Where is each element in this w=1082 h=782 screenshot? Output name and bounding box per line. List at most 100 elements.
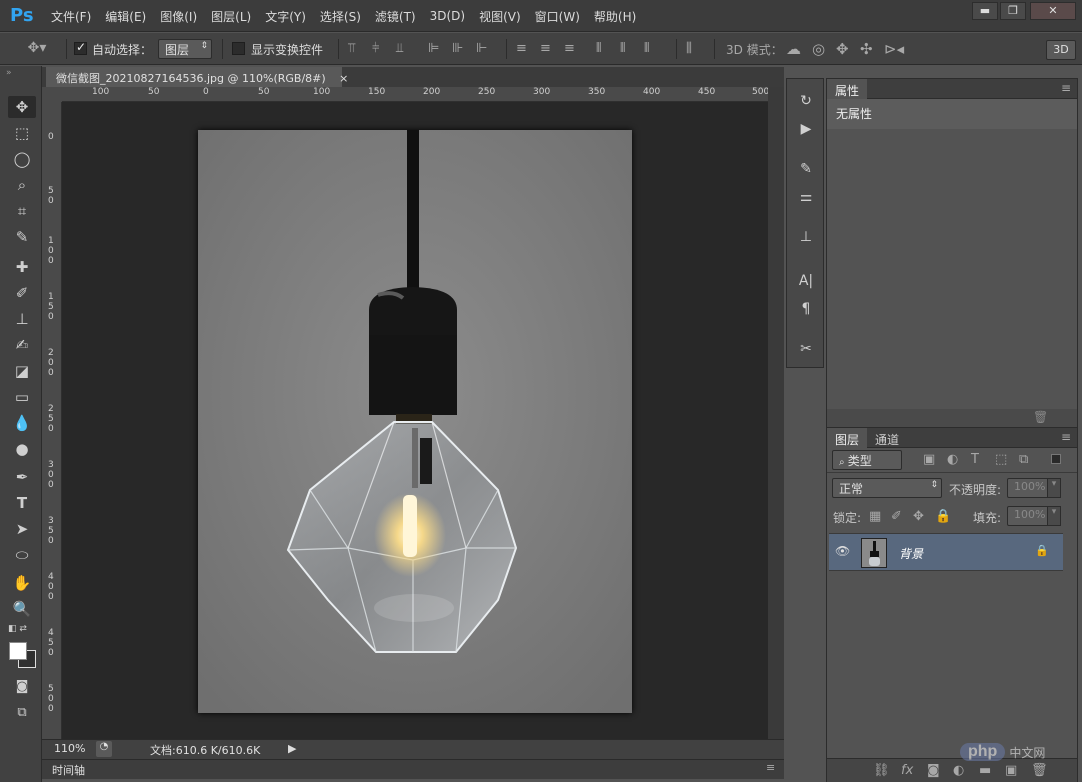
3d-scale-icon[interactable]: ⊳◂ — [884, 40, 904, 58]
trash-icon[interactable]: 🗑 — [1033, 410, 1048, 424]
layer-filter-dropdown[interactable]: ⌕ 类型 — [832, 450, 902, 470]
menu-window[interactable]: 窗口(W) — [528, 8, 587, 25]
auto-align-icon[interactable]: ⫼ — [686, 41, 692, 56]
document-tab[interactable]: 微信截图_20210827164536.jpg @ 110%(RGB/8#) × — [46, 67, 348, 87]
panel-menu-icon[interactable]: ≡ — [766, 761, 775, 774]
type-tool-icon[interactable]: T — [8, 492, 36, 514]
align-left-icon[interactable]: ⊫ — [428, 41, 439, 56]
menu-image[interactable]: 图像(I) — [153, 8, 204, 25]
vertical-scrollbar[interactable] — [768, 87, 784, 739]
menu-3d[interactable]: 3D(D) — [423, 9, 472, 23]
brush-presets-panel-icon[interactable]: ⚌ — [787, 189, 825, 205]
filter-toggle[interactable] — [1051, 454, 1061, 464]
status-info-icon[interactable]: ◔ — [96, 741, 112, 757]
lock-image-icon[interactable]: ✐ — [891, 509, 902, 524]
history-panel-icon[interactable]: ↻ — [787, 93, 825, 109]
lock-all-icon[interactable]: 🔒 — [935, 509, 951, 524]
pen-tool-icon[interactable]: ✒ — [8, 466, 36, 488]
move-tool-icon[interactable]: ✥ — [8, 96, 36, 118]
paragraph-panel-icon[interactable]: ¶ — [787, 301, 825, 317]
timeline-label[interactable]: 时间轴 — [52, 762, 85, 778]
status-menu-arrow-icon[interactable]: ▶ — [288, 742, 296, 755]
path-select-tool-icon[interactable]: ➤ — [8, 518, 36, 540]
3d-slide-icon[interactable]: ✣ — [860, 40, 873, 58]
eyedropper-tool-icon[interactable]: ✎ — [8, 226, 36, 248]
lock-position-icon[interactable]: ✥ — [913, 509, 924, 524]
add-mask-icon[interactable]: ◙ — [927, 763, 940, 778]
menu-help[interactable]: 帮助(H) — [587, 8, 643, 25]
actions-panel-icon[interactable]: ▶ — [787, 121, 825, 137]
tool-presets-panel-icon[interactable]: ✂ — [787, 341, 825, 357]
opacity-input[interactable]: 100% ▾ — [1007, 478, 1061, 498]
menu-view[interactable]: 视图(V) — [472, 8, 528, 25]
dodge-tool-icon[interactable]: ● — [8, 438, 36, 460]
distribute-hcenter-icon[interactable]: ⫴ — [620, 41, 625, 56]
delete-layer-icon[interactable]: 🗑 — [1031, 763, 1048, 778]
auto-select-checkbox[interactable] — [74, 40, 87, 55]
filter-shape-icon[interactable]: ⬚ — [995, 452, 1007, 467]
link-layers-icon[interactable]: ⛓ — [873, 763, 890, 778]
align-vcenter-icon[interactable]: ⫩ — [372, 41, 379, 56]
blur-tool-icon[interactable]: 💧 — [8, 412, 36, 434]
visibility-eye-icon[interactable]: 👁 — [835, 544, 850, 558]
move-tool-preset-icon[interactable]: ✥▾ — [24, 40, 50, 56]
clone-source-panel-icon[interactable]: ⊥ — [787, 229, 825, 245]
menu-file[interactable]: 文件(F) — [44, 8, 98, 25]
close-button[interactable]: ✕ — [1030, 2, 1076, 20]
align-top-icon[interactable]: ⫪ — [348, 41, 355, 56]
restore-button[interactable]: ❐ — [1000, 2, 1026, 20]
quick-select-tool-icon[interactable]: ⌕ — [8, 174, 36, 196]
layer-name[interactable]: 背景 — [899, 545, 923, 562]
layer-row[interactable]: 👁 背景 🔒 — [829, 533, 1063, 571]
filter-type-icon[interactable]: T — [971, 452, 979, 467]
healing-brush-tool-icon[interactable]: ✚ — [8, 256, 36, 278]
crop-tool-icon[interactable]: ⌗ — [8, 200, 36, 222]
menu-type[interactable]: 文字(Y) — [258, 8, 313, 25]
gradient-tool-icon[interactable]: ▭ — [8, 386, 36, 408]
new-layer-icon[interactable]: ▣ — [1005, 763, 1017, 778]
default-colors-icon[interactable]: ◧ ⇄ — [8, 624, 27, 634]
align-bottom-icon[interactable]: ⫫ — [396, 41, 403, 56]
tab-properties[interactable]: 属性 — [827, 79, 868, 99]
marquee-tool-icon[interactable]: ⬚ — [8, 122, 36, 144]
brush-tool-icon[interactable]: ✐ — [8, 282, 36, 304]
panel-menu-icon[interactable]: ≡ — [1061, 81, 1071, 95]
ellipse-tool-icon[interactable]: ⬭ — [8, 544, 36, 566]
3d-pan-icon[interactable]: ✥ — [836, 40, 849, 58]
filter-adjustment-icon[interactable]: ◐ — [947, 452, 958, 467]
layer-style-fx-icon[interactable]: fx — [901, 763, 913, 778]
foreground-color-swatch[interactable] — [9, 642, 27, 660]
filter-smart-object-icon[interactable]: ⧉ — [1019, 452, 1028, 467]
clone-stamp-tool-icon[interactable]: ⊥ — [8, 308, 36, 330]
align-right-icon[interactable]: ⊩ — [476, 41, 487, 56]
zoom-tool-icon[interactable]: 🔍 — [8, 598, 36, 620]
opacity-arrow-icon[interactable]: ▾ — [1047, 478, 1061, 498]
screen-mode-icon[interactable]: ⧉ — [8, 702, 36, 724]
distribute-top-icon[interactable]: ≡ — [516, 41, 527, 56]
distribute-left-icon[interactable]: ⫴ — [596, 41, 601, 56]
tab-channels[interactable]: 通道 — [867, 428, 907, 448]
distribute-right-icon[interactable]: ⫴ — [644, 41, 649, 56]
character-panel-icon[interactable]: A| — [787, 273, 825, 289]
history-brush-tool-icon[interactable]: ✍ — [8, 334, 36, 356]
eraser-tool-icon[interactable]: ◪ — [8, 360, 36, 382]
adjustment-layer-icon[interactable]: ◐ — [953, 763, 964, 778]
zoom-level[interactable]: 110% — [54, 742, 85, 755]
collapse-arrows-icon[interactable]: » — [6, 68, 12, 78]
blend-mode-dropdown[interactable]: 正常 ⇕ — [832, 478, 942, 498]
brushes-panel-icon[interactable]: ✎ — [787, 161, 825, 177]
minimize-button[interactable]: ▬ — [972, 2, 998, 20]
lock-transparent-icon[interactable]: ▦ — [869, 509, 881, 524]
tab-layers[interactable]: 图层 — [827, 428, 868, 448]
panel-menu-icon[interactable]: ≡ — [1061, 430, 1071, 444]
align-hcenter-icon[interactable]: ⊪ — [452, 41, 463, 56]
3d-roll-icon[interactable]: ◎ — [812, 40, 825, 58]
document-image[interactable] — [198, 130, 632, 713]
fill-arrow-icon[interactable]: ▾ — [1047, 506, 1061, 526]
show-transform-checkbox[interactable] — [232, 42, 245, 55]
auto-select-dropdown[interactable]: 图层 ⇕ — [158, 39, 212, 59]
distribute-vcenter-icon[interactable]: ≡ — [540, 41, 551, 56]
distribute-bottom-icon[interactable]: ≡ — [564, 41, 575, 56]
menu-select[interactable]: 选择(S) — [313, 8, 368, 25]
menu-layer[interactable]: 图层(L) — [204, 8, 258, 25]
